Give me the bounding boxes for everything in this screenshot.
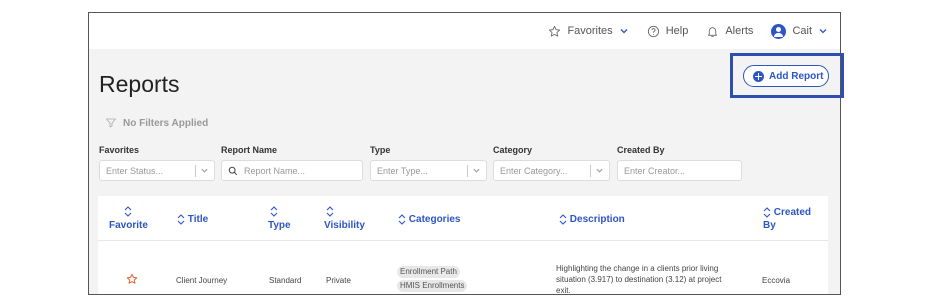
add-report-label: Add Report — [769, 70, 824, 82]
no-filters-label: No Filters Applied — [123, 117, 209, 129]
filter-label-created-by: Created By — [617, 145, 665, 155]
alerts-label: Alerts — [725, 25, 754, 37]
column-header-favorite[interactable]: Favorite — [109, 206, 148, 232]
alerts-link[interactable]: Alerts — [706, 25, 753, 38]
reports-table: Favorite Title Type Visibility Categorie… — [98, 196, 828, 295]
sort-icon — [270, 206, 278, 217]
sort-icon — [125, 206, 132, 217]
column-header-description[interactable]: Description — [559, 213, 625, 226]
description-line: situation (3.917) to destination (3.12) … — [556, 275, 722, 284]
sort-icon — [326, 206, 334, 217]
chevron-down-icon — [620, 29, 628, 34]
created-by-header-label: Created By — [763, 207, 812, 231]
select-divider — [590, 165, 591, 177]
created-by-placeholder: Enter Creator... — [624, 165, 686, 176]
chevron-down-icon — [596, 168, 603, 173]
favorites-placeholder: Enter Status... — [106, 165, 164, 176]
row-created-by: Eccovia — [762, 276, 791, 285]
app-window: Favorites Help Alerts Cait Reports Add R… — [88, 12, 841, 295]
chevron-down-icon — [819, 29, 827, 34]
header-divider — [98, 240, 828, 241]
filter-label-category: Category — [493, 145, 533, 155]
column-header-created-by[interactable]: Created By — [763, 206, 823, 232]
sort-icon — [398, 214, 406, 225]
category-badge: HMIS Enrollments — [397, 280, 468, 292]
row-visibility: Private — [326, 276, 351, 285]
type-header-label: Type — [268, 220, 291, 231]
favorites-select[interactable]: Enter Status... — [99, 160, 215, 181]
user-name: Cait — [792, 25, 812, 37]
help-icon — [647, 25, 659, 37]
type-placeholder: Enter Type... — [377, 165, 428, 176]
help-label: Help — [665, 25, 689, 37]
column-header-title[interactable]: Title — [177, 213, 208, 226]
description-line: exit. — [556, 286, 571, 295]
categories-header-label: Categories — [408, 214, 461, 225]
description-header-label: Description — [569, 214, 625, 225]
type-select[interactable]: Enter Type... — [370, 160, 487, 181]
category-badge: Enrollment Path — [397, 266, 460, 278]
column-header-type[interactable]: Type — [268, 206, 291, 232]
row-title[interactable]: Client Journey — [176, 275, 227, 286]
filter-label-report-name: Report Name — [221, 145, 278, 155]
chevron-down-icon — [201, 168, 208, 173]
row-type: Standard — [269, 276, 302, 285]
filter-label-favorites: Favorites — [99, 145, 140, 155]
sort-icon — [763, 207, 771, 218]
description-line: Highlighting the change in a clients pri… — [556, 264, 719, 273]
favorite-header-label: Favorite — [109, 220, 148, 231]
user-menu[interactable]: Cait — [771, 23, 828, 39]
filter-label-type: Type — [370, 145, 391, 155]
avatar-icon — [771, 23, 787, 39]
report-name-placeholder: Report Name... — [244, 165, 306, 176]
row-description: Highlighting the change in a clients pri… — [556, 263, 746, 295]
visibility-header-label: Visibility — [324, 220, 365, 231]
chevron-down-icon — [473, 168, 480, 173]
add-report-button[interactable]: Add Report — [743, 65, 829, 87]
favorites-label: Favorites — [567, 25, 613, 37]
created-by-input[interactable]: Enter Creator... — [617, 160, 742, 181]
select-divider — [195, 165, 196, 177]
category-select[interactable]: Enter Category... — [493, 160, 610, 181]
favorite-star-icon[interactable] — [126, 273, 138, 285]
help-link[interactable]: Help — [647, 25, 689, 38]
filter-status: No Filters Applied — [105, 117, 208, 129]
select-divider — [467, 165, 468, 177]
column-header-visibility[interactable]: Visibility — [324, 206, 365, 232]
filter-icon — [106, 118, 116, 128]
star-outline-icon — [549, 25, 561, 37]
bell-icon — [708, 26, 718, 37]
search-icon — [228, 166, 238, 175]
category-placeholder: Enter Category... — [500, 165, 568, 176]
top-navigation-bar: Favorites Help Alerts Cait — [89, 13, 840, 49]
page-title: Reports — [99, 71, 180, 97]
favorites-menu[interactable]: Favorites — [548, 25, 628, 38]
sort-icon — [177, 214, 185, 225]
column-header-categories[interactable]: Categories — [398, 213, 460, 226]
report-name-search[interactable]: Report Name... — [221, 160, 363, 181]
sort-icon — [559, 214, 567, 225]
plus-circle-icon — [753, 70, 764, 82]
title-header-label: Title — [187, 214, 209, 225]
